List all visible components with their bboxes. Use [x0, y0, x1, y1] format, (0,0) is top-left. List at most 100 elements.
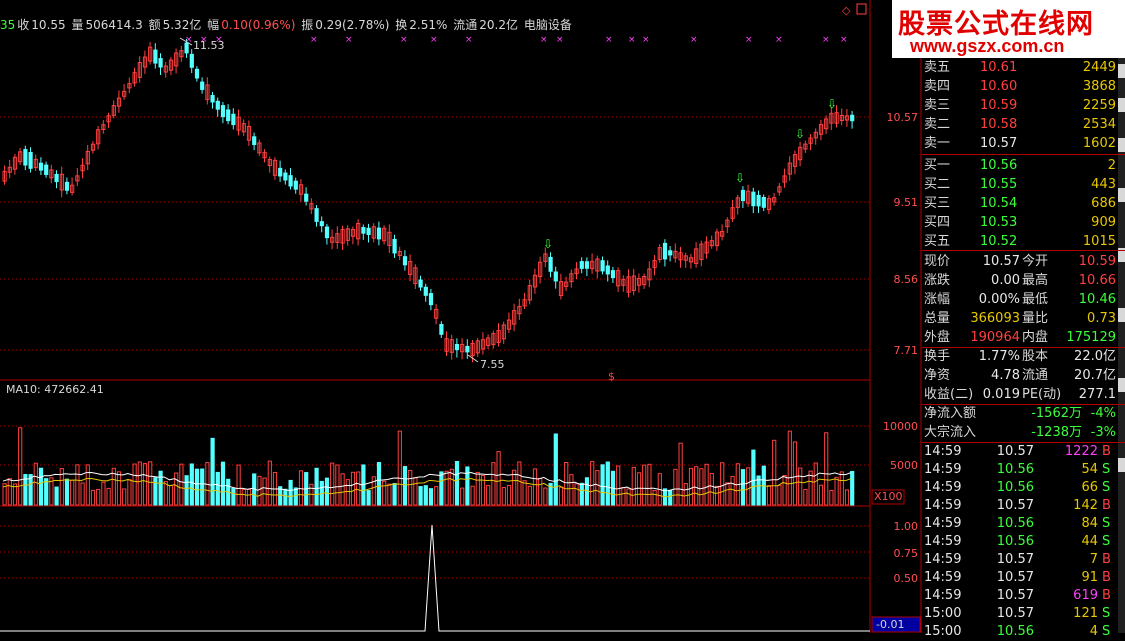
volume-bar	[194, 468, 200, 506]
side-toolbar[interactable]	[1118, 58, 1125, 633]
bid-row: 买一 10.56 2	[922, 156, 1118, 175]
flow-value: -1562万	[1031, 406, 1082, 421]
tick-time: 14:59	[924, 498, 962, 513]
candle-body	[423, 286, 428, 296]
tick-time: 14:59	[924, 462, 962, 477]
volume-bar	[798, 467, 803, 506]
volume-bar	[184, 475, 189, 506]
bid-volume: 909	[1091, 215, 1116, 230]
flow-label: 净流入额	[924, 406, 977, 421]
candle-body	[740, 189, 746, 202]
volume-bar	[746, 467, 751, 506]
volume-bar	[850, 470, 855, 506]
tick-price: 10.56	[996, 462, 1034, 477]
volume-bar	[782, 475, 787, 506]
candle-body	[402, 256, 408, 266]
tick-volume: 66	[1081, 480, 1098, 495]
candle-body	[54, 173, 59, 183]
signal-marker: ×	[642, 35, 650, 45]
tick-volume: 1222	[1064, 444, 1098, 459]
volume-bar	[496, 451, 501, 506]
volume-bar	[96, 488, 101, 506]
volume-bar	[106, 487, 111, 506]
volume-bar	[772, 439, 777, 506]
price-tick-3: 8.56	[894, 273, 919, 286]
candle-body	[454, 344, 460, 351]
tick-volume: 4	[1089, 624, 1098, 639]
sidebar-tab-3[interactable]	[1118, 138, 1125, 152]
sidebar-tab-4[interactable]	[1118, 188, 1125, 202]
vol-tick-2: 5000	[890, 459, 918, 472]
candle-body	[751, 191, 756, 207]
ask-row: 卖二 10.58 2534	[922, 115, 1118, 134]
candle-body	[579, 261, 584, 269]
flow-pct: -4%	[1090, 406, 1116, 421]
bid-price: 10.56	[980, 158, 1018, 173]
volume-bar	[314, 467, 319, 506]
volume-bar	[158, 470, 163, 506]
ask-row: 卖一 10.57 1602	[922, 134, 1118, 153]
volume-bar	[605, 461, 610, 506]
tick-volume: 7	[1089, 552, 1098, 567]
tick-price: 10.57	[996, 444, 1034, 459]
tick-time: 14:59	[924, 444, 962, 459]
volume-bar	[7, 478, 12, 506]
bid-label: 买五	[924, 234, 951, 249]
high-annotation: 11.53	[193, 39, 225, 52]
volume-bar	[38, 467, 44, 506]
volume-bar	[142, 463, 148, 506]
volume-bar	[824, 432, 829, 506]
volume-bar	[345, 479, 350, 506]
kline-chart-area[interactable]: × × × × × × × × × × × × × × ×× × ×⇩⇩⇩⇩$◇ 11.53 7.55 10.5…	[0, 0, 922, 633]
tick-time: 15:00	[924, 624, 962, 639]
volume-bar	[574, 483, 579, 506]
ask-row: 卖五 10.61 2449	[922, 58, 1118, 77]
volume-bar	[439, 471, 444, 506]
volume-bar	[283, 488, 288, 506]
tick-side: B	[1102, 552, 1111, 567]
candle-body	[756, 194, 761, 207]
candle-body	[252, 136, 257, 145]
volume-bar	[813, 462, 818, 506]
watermark-url: www.gszx.com.cn	[910, 36, 1065, 56]
quote-value: 190964	[970, 330, 1020, 345]
candle-body	[361, 227, 366, 234]
sidebar-tab-2[interactable]	[1118, 98, 1125, 112]
sidebar-tab-1[interactable]	[1118, 64, 1125, 78]
quote-value: 366093	[970, 311, 1020, 326]
sidebar-tab-7[interactable]	[1118, 378, 1125, 392]
tick-side: S	[1102, 606, 1111, 621]
sidebar-tab-6[interactable]	[1118, 308, 1125, 322]
ask-label: 卖三	[924, 98, 951, 113]
volume-bar	[397, 430, 402, 506]
candle-body	[28, 151, 33, 169]
tick-time: 14:59	[924, 552, 962, 567]
candle-body	[189, 53, 194, 68]
signal-marker: ×	[310, 35, 318, 45]
sidebar-tab-8[interactable]	[1118, 458, 1125, 472]
volume-bar	[621, 487, 626, 506]
volume-bar	[356, 471, 361, 506]
flow-row: 净流入额 -1562万 -4%	[922, 404, 1118, 423]
volume-bar	[777, 484, 782, 506]
quote-value-2: 10.46	[1078, 292, 1116, 307]
volume-bar	[215, 471, 220, 506]
volume-bar	[766, 485, 772, 506]
candle-body	[376, 227, 382, 240]
ask-label: 卖五	[924, 60, 951, 75]
volume-bar	[350, 471, 356, 506]
candle-body	[215, 100, 220, 110]
price-tick-2: 9.51	[894, 196, 919, 209]
ask-volume: 2259	[1082, 98, 1116, 113]
candle-body	[610, 270, 616, 279]
osc-tick-1: 1.00	[894, 520, 919, 533]
bid-price: 10.55	[980, 177, 1018, 192]
candle-body	[23, 149, 28, 166]
volume-bar	[595, 470, 600, 506]
volume-bar	[501, 487, 506, 506]
volume-bar	[590, 461, 595, 506]
candle-body	[548, 256, 553, 272]
buy-signal-arrow-icon: ⇩	[735, 171, 745, 185]
volume-bar	[475, 471, 480, 506]
volume-bar	[382, 480, 387, 506]
